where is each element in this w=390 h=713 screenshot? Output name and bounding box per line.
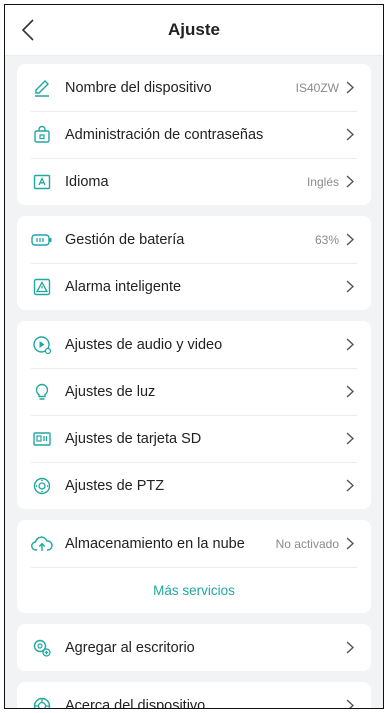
pencil-icon: [31, 77, 53, 99]
chevron-right-icon: [345, 537, 355, 551]
ptz-icon: [31, 475, 53, 497]
group-device: Nombre del dispositivo IS40ZW Administra…: [17, 64, 371, 205]
group-desktop: Agregar al escritorio: [17, 624, 371, 671]
header-bar: Ajuste: [5, 5, 383, 56]
row-smart-alarm[interactable]: Alarma inteligente: [17, 263, 371, 310]
chevron-right-icon: [345, 641, 355, 655]
group-about: Acerca del dispositivo: [17, 682, 371, 709]
alarm-icon: [31, 276, 53, 298]
chevron-right-icon: [345, 699, 355, 708]
row-device-name[interactable]: Nombre del dispositivo IS40ZW: [17, 64, 371, 111]
row-label: Nombre del dispositivo: [65, 79, 212, 96]
cloud-upload-icon: [31, 533, 53, 555]
row-label: Administración de contraseñas: [65, 126, 264, 143]
battery-icon: [31, 229, 53, 251]
row-language[interactable]: Idioma Inglés: [17, 158, 371, 205]
chevron-right-icon: [345, 81, 355, 95]
row-label: Agregar al escritorio: [65, 639, 195, 656]
lightbulb-icon: [31, 381, 53, 403]
row-label: Ajustes de tarjeta SD: [65, 430, 202, 447]
row-value: Inglés: [306, 174, 339, 189]
audio-video-icon: [31, 334, 53, 356]
add-desktop-icon: [31, 637, 53, 659]
row-add-to-desktop[interactable]: Agregar al escritorio: [17, 624, 371, 671]
back-button[interactable]: [13, 15, 43, 45]
row-label: Acerca del dispositivo: [65, 697, 206, 709]
more-services-label: Más servicios: [153, 582, 235, 598]
row-label: Gestión de batería: [65, 231, 185, 248]
row-value: 63%: [314, 232, 339, 247]
row-label: Alarma inteligente: [65, 278, 182, 295]
chevron-right-icon: [345, 175, 355, 189]
row-about-device[interactable]: Acerca del dispositivo: [17, 682, 371, 709]
row-label: Ajustes de audio y video: [65, 336, 223, 353]
row-password-management[interactable]: Administración de contraseñas: [17, 111, 371, 158]
group-cloud: Almacenamiento en la nube No activado Má…: [17, 520, 371, 613]
chevron-right-icon: [345, 385, 355, 399]
row-value: No activado: [275, 536, 339, 551]
group-settings: Ajustes de audio y video Ajustes de luz …: [17, 321, 371, 509]
row-sd-card[interactable]: Ajustes de tarjeta SD: [17, 415, 371, 462]
about-device-icon: [31, 695, 53, 708]
lock-icon: [31, 124, 53, 146]
row-label: Idioma: [65, 173, 109, 190]
page-title: Ajuste: [168, 20, 220, 39]
row-label: Ajustes de luz: [65, 383, 156, 400]
chevron-left-icon: [21, 19, 34, 41]
chevron-right-icon: [345, 233, 355, 247]
chevron-right-icon: [345, 432, 355, 446]
sd-card-icon: [31, 428, 53, 450]
row-light[interactable]: Ajustes de luz: [17, 368, 371, 415]
chevron-right-icon: [345, 338, 355, 352]
row-battery[interactable]: Gestión de batería 63%: [17, 216, 371, 263]
row-audio-video[interactable]: Ajustes de audio y video: [17, 321, 371, 368]
row-label: Ajustes de PTZ: [65, 477, 165, 494]
language-icon: [31, 171, 53, 193]
row-value: IS40ZW: [295, 80, 339, 95]
group-power: Gestión de batería 63% Alarma inteligent…: [17, 216, 371, 310]
row-cloud-storage[interactable]: Almacenamiento en la nube No activado: [17, 520, 371, 567]
chevron-right-icon: [345, 280, 355, 294]
row-label: Almacenamiento en la nube: [65, 535, 245, 552]
chevron-right-icon: [345, 479, 355, 493]
screen: Ajuste Nombre del dispositivo IS40ZW Adm…: [4, 4, 384, 709]
chevron-right-icon: [345, 128, 355, 142]
row-ptz[interactable]: Ajustes de PTZ: [17, 462, 371, 509]
more-services-link[interactable]: Más servicios: [17, 567, 371, 613]
